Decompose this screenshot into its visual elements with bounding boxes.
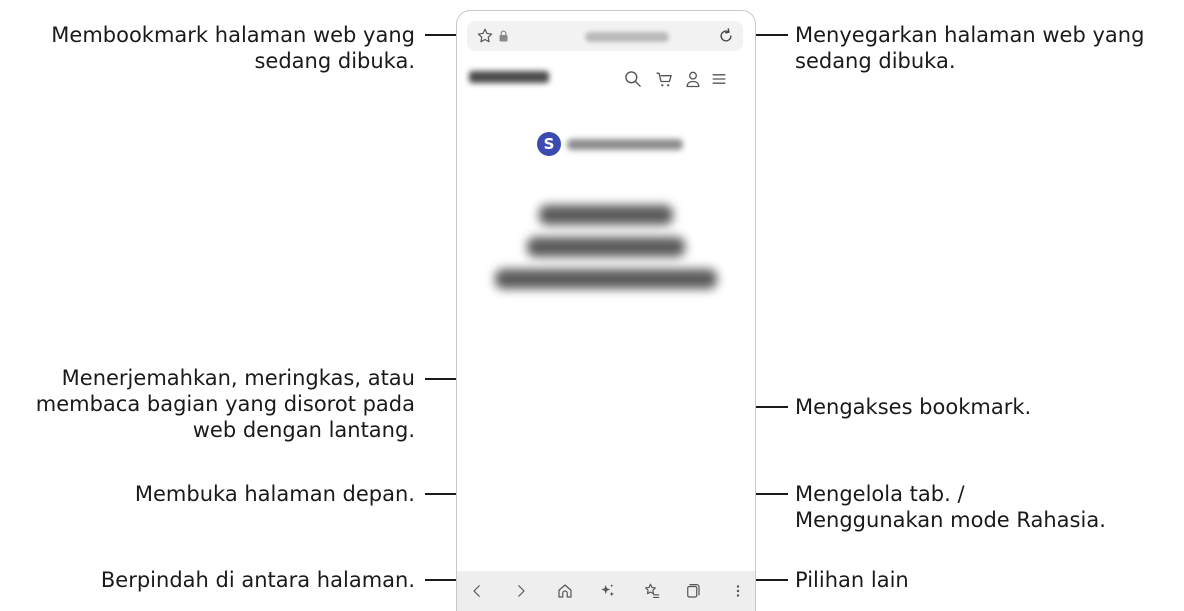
url-text: [585, 32, 669, 42]
site-logo[interactable]: [469, 71, 549, 83]
app-logo: S: [537, 132, 561, 156]
address-bar[interactable]: [467, 21, 743, 51]
tabs-icon[interactable]: [684, 582, 702, 600]
callout-bookmarks: Mengakses bookmark.: [795, 395, 1032, 419]
headline-blurred: [457, 197, 755, 297]
more-vertical-icon[interactable]: [729, 582, 747, 600]
callout-navigate: Berpindah di antara halaman.: [100, 568, 415, 592]
refresh-icon[interactable]: [717, 27, 735, 45]
app-name-blurred: [567, 139, 683, 150]
phone-screen: S: [456, 10, 756, 611]
home-icon[interactable]: [556, 582, 574, 600]
callout-tabs: Mengelola tab. / Menggunakan mode Rahasi…: [795, 482, 1106, 532]
callout-refresh: Menyegarkan halaman web yang sedang dibu…: [795, 23, 1145, 73]
lock-icon: [499, 30, 508, 42]
search-icon[interactable]: [623, 69, 643, 89]
sparkle-icon[interactable]: [599, 582, 617, 600]
callout-bookmark-page: Membookmark halaman web yang sedang dibu…: [51, 23, 415, 73]
star-outline-icon[interactable]: [476, 27, 494, 45]
callout-more: Pilihan lain: [795, 568, 909, 592]
cart-icon[interactable]: [654, 69, 674, 89]
hamburger-menu-icon[interactable]: [709, 69, 729, 89]
callout-home: Membuka halaman depan.: [134, 482, 415, 506]
chevron-right-icon[interactable]: [512, 582, 530, 600]
chevron-left-icon[interactable]: [468, 582, 486, 600]
callout-translate: Menerjemahkan, meringkas, atau membaca b…: [35, 366, 415, 442]
bookmark-list-icon[interactable]: [643, 582, 661, 600]
bottom-toolbar: [457, 571, 755, 611]
user-icon[interactable]: [683, 69, 703, 89]
